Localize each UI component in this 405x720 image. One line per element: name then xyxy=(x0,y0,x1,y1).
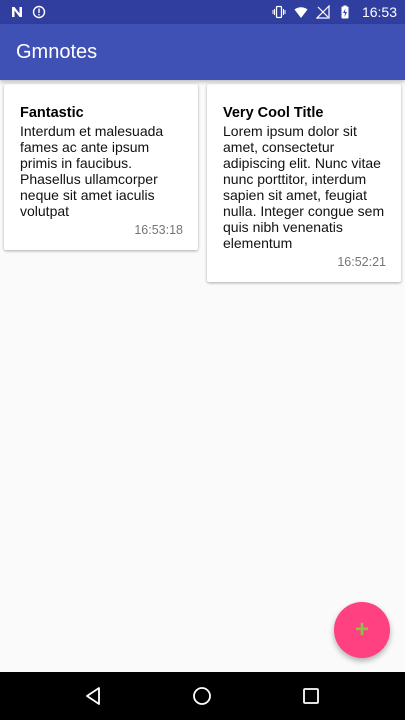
plus-icon: + xyxy=(354,616,369,643)
status-bar: 16:53 xyxy=(0,0,405,24)
recents-icon xyxy=(302,688,319,704)
home-icon xyxy=(193,687,212,705)
home-button[interactable] xyxy=(178,672,226,720)
app-bar: Gmnotes xyxy=(0,24,405,80)
back-button[interactable] xyxy=(70,672,118,720)
note-card[interactable]: Fantastic Interdum et malesuada fames ac… xyxy=(4,84,198,250)
note-title: Fantastic xyxy=(20,105,84,121)
n-icon xyxy=(10,5,24,19)
add-note-button[interactable]: + xyxy=(334,602,390,658)
notes-grid: Fantastic Interdum et malesuada fames ac… xyxy=(0,80,405,672)
note-timestamp: 16:52:21 xyxy=(337,255,386,269)
status-left-icons xyxy=(10,5,46,19)
navigation-bar xyxy=(0,672,405,720)
app-title: Gmnotes xyxy=(16,40,98,63)
battery-charging-icon xyxy=(338,5,352,19)
recents-button[interactable] xyxy=(287,672,335,720)
no-signal-icon xyxy=(315,5,330,19)
alert-icon xyxy=(32,5,46,19)
note-card[interactable]: Very Cool Title Lorem ipsum dolor sit am… xyxy=(207,84,401,282)
status-clock: 16:53 xyxy=(361,4,397,20)
vibrate-icon xyxy=(272,5,286,19)
note-title: Very Cool Title xyxy=(223,105,324,121)
status-right-icons: 16:53 xyxy=(272,4,397,20)
note-body: Lorem ipsum dolor sit amet, consectetur … xyxy=(223,123,385,251)
back-icon xyxy=(86,687,101,705)
note-body: Interdum et malesuada fames ac ante ipsu… xyxy=(20,123,164,219)
note-timestamp: 16:53:18 xyxy=(134,223,183,237)
wifi-icon xyxy=(294,5,308,19)
